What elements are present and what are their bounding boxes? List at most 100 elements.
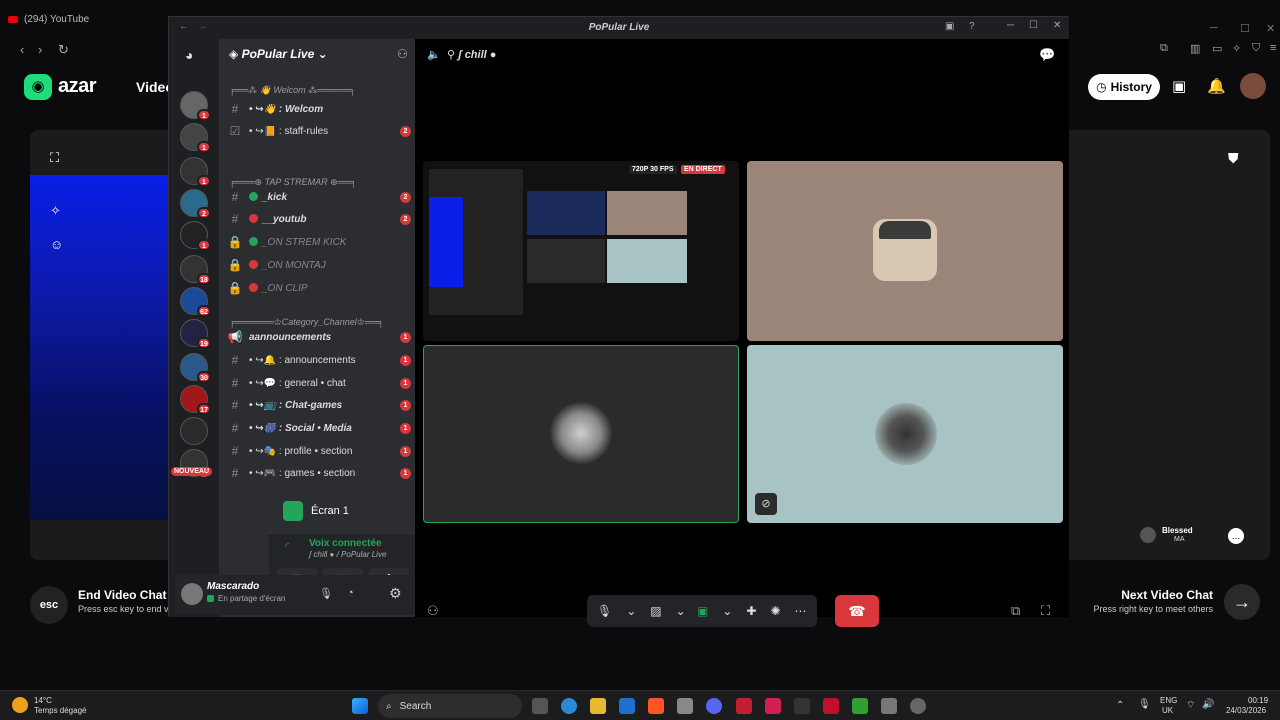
app-icon[interactable]: [881, 698, 897, 714]
app-icon[interactable]: [736, 698, 752, 714]
screenshot-icon[interactable]: ⧉: [1160, 42, 1168, 55]
app-icon[interactable]: [823, 698, 839, 714]
channel-item[interactable]: # • ↪👋 : Welcom: [227, 99, 411, 119]
chat-icon[interactable]: …: [1228, 528, 1244, 544]
weather-temp[interactable]: 14°C: [34, 696, 52, 705]
stream-tile[interactable]: 720P 30 FPS EN DIRECT: [423, 161, 739, 341]
help-icon[interactable]: ?: [969, 21, 975, 32]
file-explorer-icon[interactable]: [590, 698, 606, 714]
fullscreen-icon[interactable]: ⛶: [1041, 603, 1050, 619]
close-icon[interactable]: ✕: [1266, 22, 1275, 35]
participant-tile[interactable]: ⊘: [747, 345, 1063, 523]
avatar[interactable]: [181, 583, 203, 605]
channel-item[interactable]: # _kick 2: [227, 187, 411, 207]
headphones-muted-icon[interactable]: ◔: [347, 587, 354, 599]
menu-icon[interactable]: ≡: [1270, 42, 1276, 54]
store-icon[interactable]: ▣: [1172, 77, 1186, 95]
network-icon[interactable]: ⌔: [1186, 699, 1195, 712]
camera-off-icon[interactable]: ▨: [650, 604, 661, 618]
store-icon[interactable]: [677, 698, 693, 714]
channel-item[interactable]: ☑ • ↪📙 : staff-rules 2: [227, 121, 411, 141]
face-filter-icon[interactable]: ☺: [50, 237, 63, 252]
microphone-icon[interactable]: 🎙: [597, 604, 612, 618]
chat-bubble-icon[interactable]: 💬: [1039, 47, 1055, 63]
brave-icon[interactable]: [648, 698, 664, 714]
user-name[interactable]: Mascarado: [207, 581, 259, 592]
share-screen-icon[interactable]: ▣: [697, 604, 708, 618]
discord-icon[interactable]: [706, 698, 722, 714]
expand-icon[interactable]: ⛶: [50, 150, 59, 166]
channel-item[interactable]: # • ↪📺 : Chat-games 1: [227, 395, 411, 415]
server-icon[interactable]: 62: [180, 287, 211, 317]
voice-channel-path[interactable]: ʃ chill ● / PoPular Live: [309, 550, 386, 559]
server-icon[interactable]: 1: [180, 221, 211, 251]
maximize-icon[interactable]: ☐: [1029, 20, 1038, 31]
activities-icon[interactable]: ✚: [746, 604, 756, 618]
channel-item[interactable]: 🔒 _ON STREM KICK: [227, 232, 411, 252]
soundboard-icon[interactable]: ✺: [770, 604, 780, 618]
more-options-icon[interactable]: ⋯: [795, 604, 807, 618]
server-icon[interactable]: 2: [180, 189, 211, 219]
server-icon[interactable]: 1: [180, 91, 211, 121]
microphone-icon[interactable]: 🎙: [1138, 699, 1151, 710]
add-member-icon[interactable]: ⚇: [397, 47, 408, 61]
taskbar-search[interactable]: ⌕ Search: [378, 694, 522, 718]
browser-tab-youtube[interactable]: (294) YouTube: [8, 14, 89, 25]
volume-icon[interactable]: 🔊: [1202, 699, 1214, 710]
channel-item[interactable]: # • ↪🔔 : announcements 1: [227, 350, 411, 370]
clock-time[interactable]: 00:19: [1248, 696, 1268, 705]
server-icon[interactable]: 17: [180, 385, 211, 415]
channel-item[interactable]: 🔒 _ON CLIP: [227, 278, 411, 298]
shield-icon[interactable]: ⛉: [1252, 42, 1260, 55]
server-icon[interactable]: 1: [180, 123, 211, 153]
participant-tile-speaking[interactable]: [423, 345, 739, 523]
wallet-icon[interactable]: ▭: [1212, 42, 1222, 55]
close-icon[interactable]: ✕: [1053, 20, 1061, 31]
edge-icon[interactable]: [561, 698, 577, 714]
maximize-icon[interactable]: ☐: [1240, 22, 1250, 35]
channel-item[interactable]: 🔒 _ON MONTAJ: [227, 255, 411, 275]
forward-icon[interactable]: ›: [38, 42, 42, 57]
channel-item[interactable]: # • ↪🎆 : Social • Media 1: [227, 418, 411, 438]
channel-item[interactable]: # • ↪🎭 : profile • section 1: [227, 441, 411, 461]
task-view-icon[interactable]: [532, 698, 548, 714]
server-name[interactable]: ◈ PoPular Live ⌄: [229, 47, 328, 61]
server-icon[interactable]: [180, 417, 208, 445]
category-welcom[interactable]: ╒══⁂ 👋 Welcom ⁂═════╕: [229, 85, 355, 96]
minimize-icon[interactable]: ─: [1007, 20, 1014, 31]
esc-button[interactable]: esc: [30, 586, 68, 624]
add-user-icon[interactable]: ⚇: [427, 603, 439, 619]
start-windows-icon[interactable]: [352, 698, 368, 714]
minimize-icon[interactable]: ─: [1210, 22, 1218, 34]
back-icon[interactable]: ‹: [20, 42, 24, 57]
app-icon[interactable]: [852, 698, 868, 714]
chevron-down-icon[interactable]: ⌄: [676, 604, 686, 618]
chevron-down-icon[interactable]: ⌄: [722, 604, 732, 618]
bell-icon[interactable]: 🔔: [1207, 77, 1226, 95]
disconnect-call-button[interactable]: ☎: [835, 595, 879, 627]
channel-item[interactable]: 📢 aannouncements 1: [227, 327, 411, 347]
history-button[interactable]: ◷ History: [1088, 74, 1160, 100]
chevron-down-icon[interactable]: ⌄: [626, 604, 636, 618]
app-icon[interactable]: [765, 698, 781, 714]
channel-item[interactable]: # • ↪💬 : general • chat 1: [227, 373, 411, 393]
language[interactable]: ENG: [1160, 696, 1177, 705]
extensions-icon[interactable]: ✧: [1232, 42, 1241, 55]
discord-home-icon[interactable]: ◕: [185, 47, 193, 63]
sidebar-icon[interactable]: ▥: [1190, 42, 1200, 55]
server-icon[interactable]: 18: [180, 255, 211, 285]
microphone-icon[interactable]: 🎙: [319, 587, 333, 600]
server-icon[interactable]: 19: [180, 319, 211, 349]
server-icon[interactable]: 30: [180, 353, 211, 383]
reload-icon[interactable]: ↻: [58, 42, 69, 58]
server-icon[interactable]: 1: [180, 157, 211, 187]
inbox-icon[interactable]: ▣: [945, 21, 954, 32]
magic-wand-icon[interactable]: ✧: [50, 203, 61, 219]
report-icon[interactable]: ⛊: [1228, 150, 1239, 167]
chevron-up-icon[interactable]: ⌃: [1116, 700, 1124, 711]
channel-item[interactable]: # • ↪🎮 : games • section 1: [227, 463, 411, 483]
participant-tile[interactable]: [747, 161, 1063, 341]
settings-gear-icon[interactable]: ⚙: [389, 585, 402, 602]
next-arrow-button[interactable]: →: [1224, 584, 1260, 620]
app-icon[interactable]: [910, 698, 926, 714]
